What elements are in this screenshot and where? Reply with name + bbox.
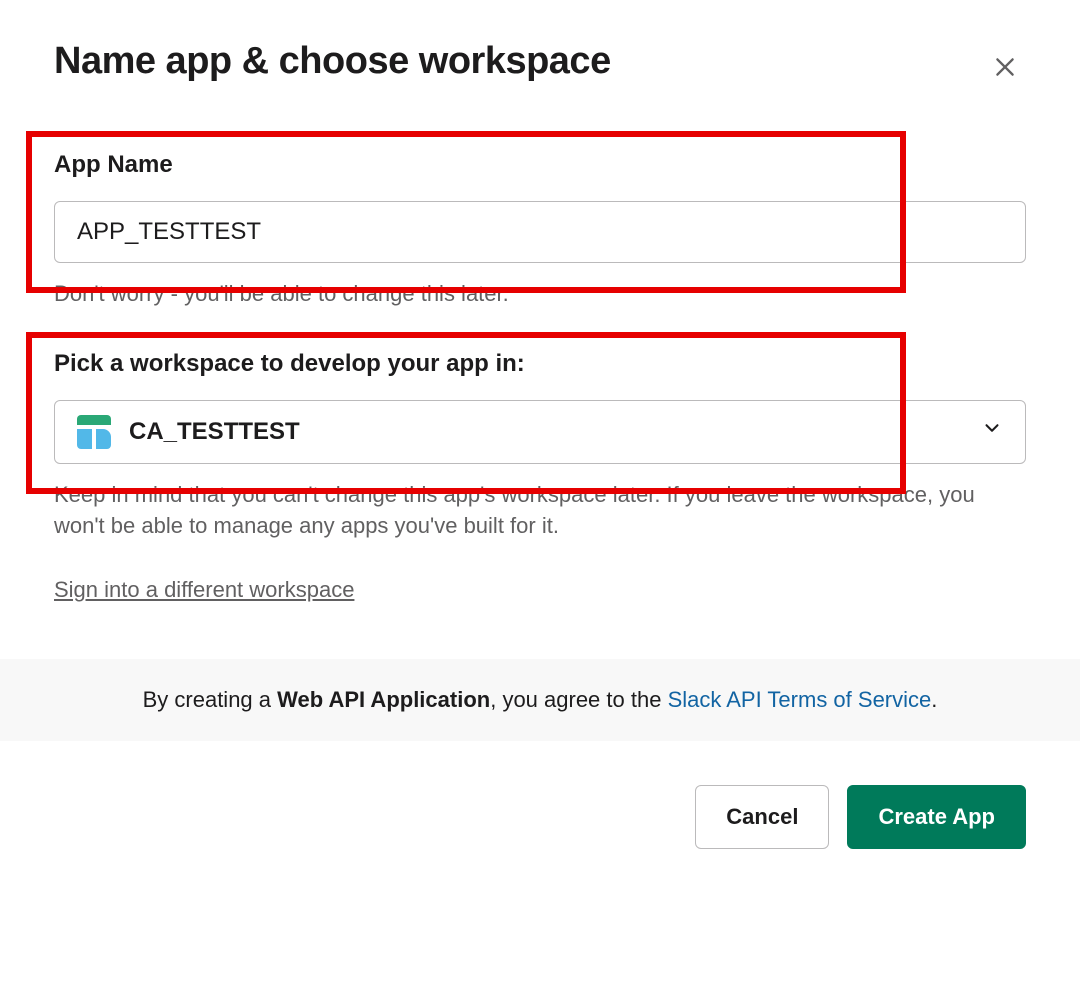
workspace-help: Keep in mind that you can't change this … [54, 480, 1026, 542]
terms-bar: By creating a Web API Application, you a… [0, 659, 1080, 741]
workspace-icon [77, 415, 111, 449]
chevron-down-icon [981, 417, 1003, 446]
modal-header: Name app & choose workspace [54, 40, 1026, 91]
terms-middle: , you agree to the [490, 687, 667, 712]
create-app-button[interactable]: Create App [847, 785, 1026, 849]
terms-bold: Web API Application [277, 687, 490, 712]
workspace-selected-value: CA_TESTTEST [129, 418, 300, 446]
workspace-select[interactable]: CA_TESTTEST [54, 400, 1026, 464]
app-name-input[interactable] [54, 201, 1026, 263]
app-name-help: Don't worry - you'll be able to change t… [54, 279, 1026, 310]
sign-into-different-workspace-link[interactable]: Sign into a different workspace [54, 577, 354, 603]
workspace-section: Pick a workspace to develop your app in:… [54, 350, 1026, 604]
terms-suffix: . [931, 687, 937, 712]
app-name-label: App Name [54, 151, 1026, 179]
workspace-label: Pick a workspace to develop your app in: [54, 350, 1026, 378]
close-button[interactable] [984, 46, 1026, 91]
footer-actions: Cancel Create App [54, 741, 1026, 849]
terms-prefix: By creating a [143, 687, 278, 712]
cancel-button[interactable]: Cancel [695, 785, 829, 849]
app-name-section: App Name Don't worry - you'll be able to… [54, 151, 1026, 310]
close-icon [992, 68, 1018, 83]
modal-title: Name app & choose workspace [54, 40, 611, 83]
terms-of-service-link[interactable]: Slack API Terms of Service [668, 687, 932, 712]
create-app-modal: Name app & choose workspace App Name Don… [0, 0, 1080, 889]
